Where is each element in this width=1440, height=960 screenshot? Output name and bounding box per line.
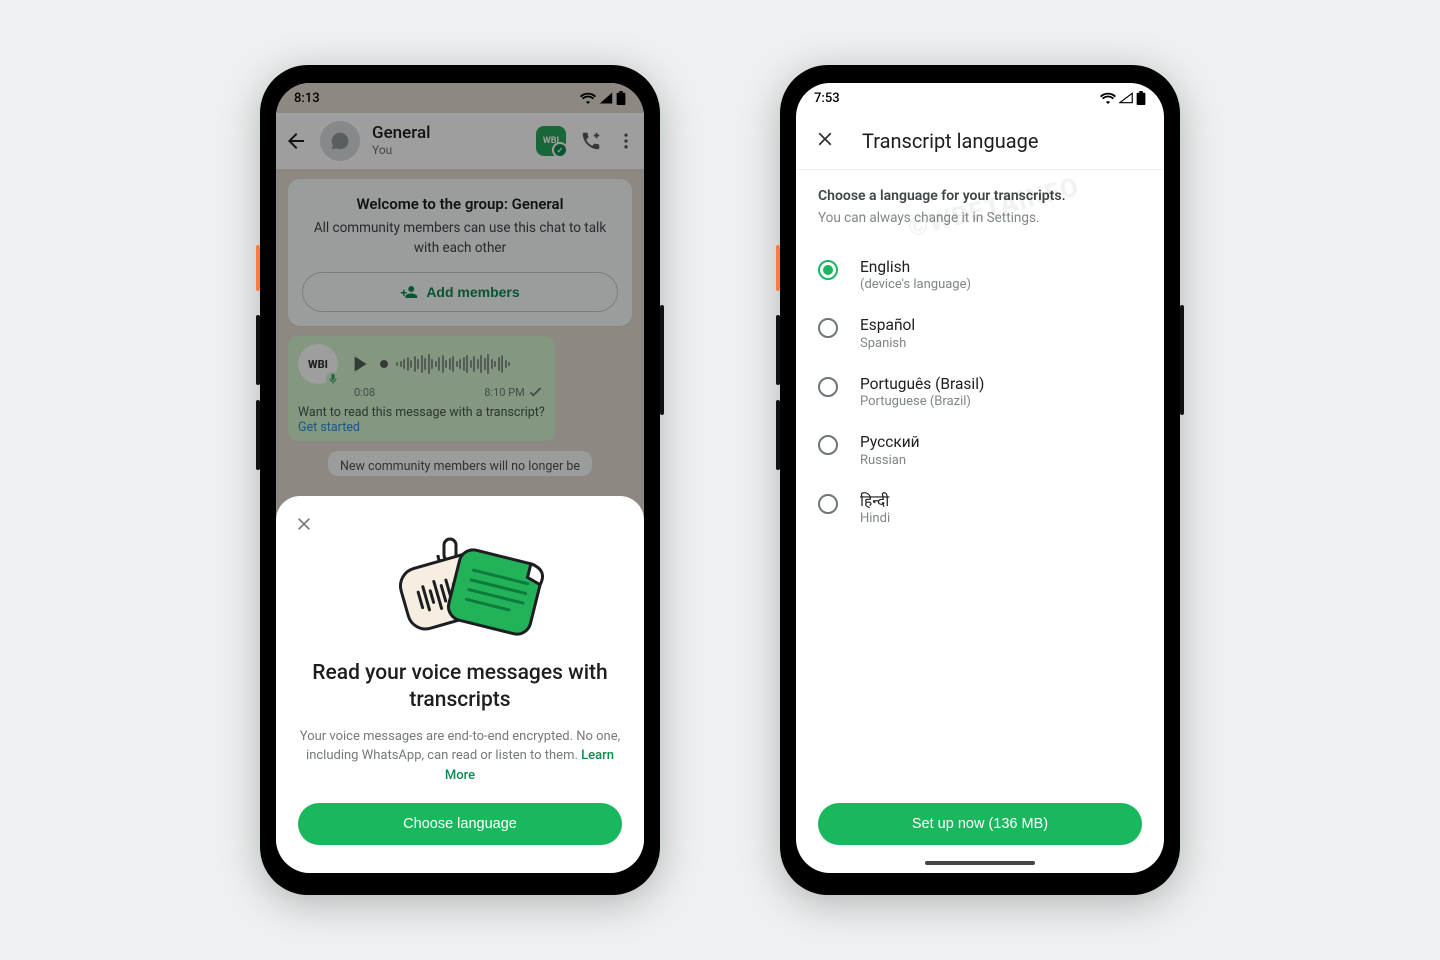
wifi-icon xyxy=(1100,92,1116,104)
language-option[interactable]: РусскийRussian xyxy=(818,421,1142,479)
radio-icon xyxy=(818,318,838,338)
language-option[interactable]: English(device's language) xyxy=(818,246,1142,304)
close-button[interactable] xyxy=(810,124,840,158)
transcript-illustration xyxy=(375,520,545,644)
lead-text: Choose a language for your transcripts. xyxy=(818,188,1142,204)
language-option[interactable]: EspañolSpanish xyxy=(818,304,1142,362)
close-sheet-button[interactable] xyxy=(290,510,318,542)
status-clock: 7:53 xyxy=(814,91,840,106)
page-title: Transcript language xyxy=(862,129,1038,153)
language-name: English xyxy=(860,258,971,277)
sheet-title: Read your voice messages with transcript… xyxy=(298,660,622,715)
language-list: English(device's language)EspañolSpanish… xyxy=(818,246,1142,538)
language-name: Português (Brasil) xyxy=(860,375,984,394)
language-name: Русский xyxy=(860,433,920,452)
radio-icon xyxy=(818,377,838,397)
status-bar: 7:53 xyxy=(796,83,1164,113)
choose-language-button[interactable]: Choose language xyxy=(298,803,622,845)
language-sub: Hindi xyxy=(860,511,890,526)
phone-mock-right: 7:53 Transcript language ©WBETAINFO Choo… xyxy=(780,65,1180,895)
language-sub: Russian xyxy=(860,453,920,468)
setup-now-button[interactable]: Set up now (136 MB) xyxy=(818,803,1142,845)
radio-checked-icon xyxy=(818,260,838,280)
close-icon xyxy=(814,128,836,150)
home-indicator xyxy=(925,861,1035,865)
language-option[interactable]: हिन्दीHindi xyxy=(818,480,1142,538)
radio-icon xyxy=(818,494,838,514)
language-name: Español xyxy=(860,316,915,335)
language-option[interactable]: Português (Brasil)Portuguese (Brazil) xyxy=(818,363,1142,421)
close-icon xyxy=(294,514,314,534)
page-header: Transcript language xyxy=(796,113,1164,169)
language-sub: Portuguese (Brazil) xyxy=(860,394,984,409)
language-sub: (device's language) xyxy=(860,277,971,292)
battery-icon xyxy=(1136,91,1146,105)
transcript-intro-sheet: Read your voice messages with transcript… xyxy=(276,496,644,873)
language-sub: Spanish xyxy=(860,336,915,351)
signal-icon xyxy=(1119,92,1133,104)
phone-mock-left: 8:13 General You xyxy=(260,65,660,895)
radio-icon xyxy=(818,435,838,455)
language-name: हिन्दी xyxy=(860,492,890,511)
sheet-body: Your voice messages are end-to-end encry… xyxy=(298,727,622,786)
sub-text: You can always change it in Settings. xyxy=(818,210,1142,226)
